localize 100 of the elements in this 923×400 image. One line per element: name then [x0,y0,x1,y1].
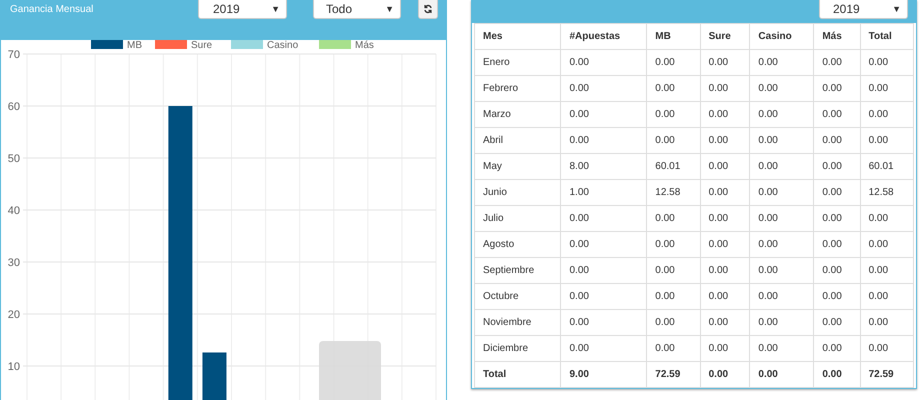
column-header: Mes [474,24,561,50]
table-cell: 12.58 [860,180,914,206]
table-cell: 0.00 [750,336,814,362]
legend-label: Más [355,40,374,51]
table-cell: 0.00 [646,336,700,362]
table-cell: 0.00 [860,336,914,362]
table-cell: 0.00 [646,258,700,284]
tooltip-background [319,341,381,400]
column-header: Más [814,24,860,50]
table-cell: 0.00 [560,310,647,336]
table-cell: 0.00 [814,180,860,206]
total-cell: 72.59 [860,362,914,388]
table-cell: 0.00 [700,50,750,76]
table-cell: 0.00 [814,258,860,284]
table-cell: 0.00 [646,102,700,128]
table-cell: 0.00 [646,310,700,336]
table-cell: 0.00 [814,50,860,76]
table-cell: 0.00 [560,50,647,76]
table-cell: 0.00 [750,206,814,232]
table-cell: 0.00 [750,180,814,206]
table-cell: 0.00 [814,102,860,128]
column-header: #Apuestas [560,24,647,50]
table-cell: Julio [474,206,561,232]
axis-label: 40 [8,205,20,217]
table-cell: 0.00 [560,128,647,154]
axis-label: 30 [8,257,20,269]
refresh-icon [423,4,433,14]
table-cell: 0.00 [814,206,860,232]
table-cell: 0.00 [700,76,750,102]
table-cell: 0.00 [646,206,700,232]
total-cell: 0.00 [814,362,860,388]
table-cell: Junio [474,180,561,206]
table-cell: 0.00 [560,284,647,310]
axis-label: 10 [8,361,20,373]
table-cell: 0.00 [860,128,914,154]
table-cell: 0.00 [860,102,914,128]
table-cell: 0.00 [860,76,914,102]
table-cell: Septiembre [474,258,561,284]
table-cell: 0.00 [560,232,647,258]
total-cell: 9.00 [560,362,647,388]
table-cell: 0.00 [700,336,750,362]
table-cell: Agosto [474,232,561,258]
table-cell: 0.00 [560,206,647,232]
legend-label: Sure [191,40,212,51]
table-cell: 0.00 [750,102,814,128]
table-cell: 0.00 [560,336,647,362]
table-cell: 0.00 [860,50,914,76]
table-cell: May [474,154,561,180]
table-cell: 0.00 [814,284,860,310]
table-cell: 0.00 [814,310,860,336]
axis-label: 50 [8,153,20,165]
table-cell: 0.00 [860,232,914,258]
table-cell: Febrero [474,76,561,102]
axis-label: 70 [8,49,20,61]
table-cell: Abril [474,128,561,154]
axis-label: 60 [8,101,20,113]
year-select[interactable]: 2019 ▼ [819,0,908,19]
table-cell: 0.00 [646,232,700,258]
table-cell: 0.00 [750,310,814,336]
bar [202,352,226,400]
table-cell: 0.00 [700,102,750,128]
year-select[interactable]: 2019 ▼ [198,0,287,19]
axis-label: 20 [8,309,20,321]
table-cell: 8.00 [560,154,647,180]
table-cell: 0.00 [700,310,750,336]
table-cell: 0.00 [814,128,860,154]
table-cell: 0.00 [700,128,750,154]
table-cell: Enero [474,50,561,76]
total-cell: 72.59 [646,362,700,388]
filter-select[interactable]: Todo ▼ [313,0,401,19]
table-cell: 60.01 [646,154,700,180]
table-cell: 60.01 [860,154,914,180]
table-cell: Noviembre [474,310,561,336]
table-cell: 0.00 [700,258,750,284]
table-cell: 0.00 [814,232,860,258]
table-cell: 0.00 [700,232,750,258]
table-cell: 0.00 [814,336,860,362]
total-cell: 0.00 [700,362,750,388]
column-header: Sure [700,24,750,50]
table-cell: 0.00 [646,284,700,310]
table-cell: 0.00 [750,284,814,310]
table-cell: 0.00 [814,76,860,102]
table-cell: 0.00 [560,258,647,284]
table-cell: Diciembre [474,336,561,362]
table-cell: Marzo [474,102,561,128]
panel-title: Ganancia Mensual [10,4,94,15]
total-cell: Total [474,362,561,388]
table-cell: 12.58 [646,180,700,206]
column-header: MB [646,24,700,50]
table-cell: 0.00 [750,232,814,258]
table-cell: 0.00 [750,128,814,154]
refresh-button[interactable] [418,0,438,19]
total-cell: 0.00 [750,362,814,388]
table-cell: 0.00 [750,50,814,76]
table-cell: 0.00 [860,284,914,310]
table-cell: Octubre [474,284,561,310]
column-header: Total [860,24,914,50]
column-header: Casino [750,24,814,50]
table-cell: 0.00 [646,50,700,76]
table-cell: 0.00 [750,258,814,284]
